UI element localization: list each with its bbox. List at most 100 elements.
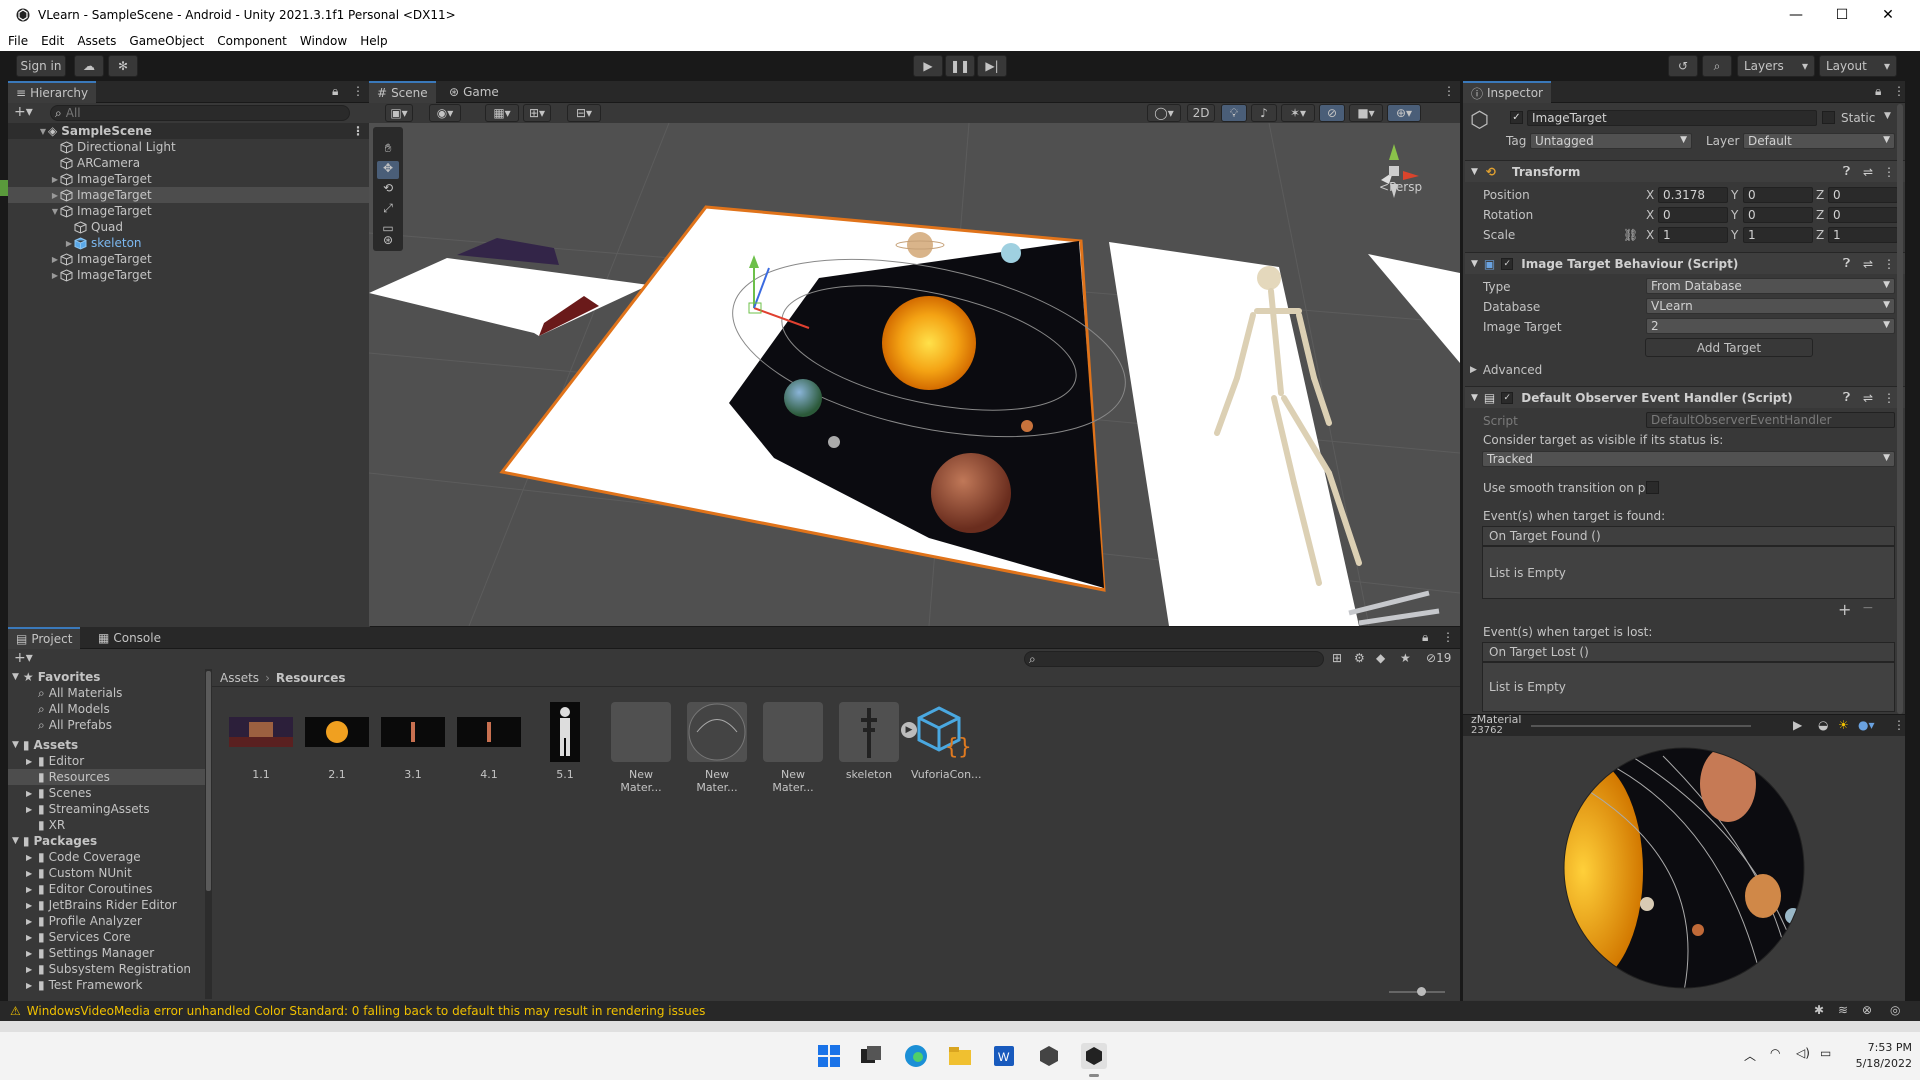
asset-texture-1-1[interactable]: 1.1 — [227, 700, 295, 781]
preview-light-icon[interactable]: ☀ — [1838, 718, 1849, 732]
help-icon[interactable]: ❓︎ — [1843, 164, 1850, 179]
kebab-menu-icon[interactable]: ⋮ — [1893, 718, 1905, 732]
position-x-field[interactable]: 0.3178 — [1658, 187, 1728, 203]
chevron-right-icon[interactable]: ▶ — [50, 191, 60, 200]
tree-item-subsystem-registration[interactable]: ▶ ▮ Subsystem Registration — [8, 961, 206, 977]
preview-sphere-icon[interactable]: ●▾ — [1858, 718, 1875, 732]
play-button[interactable]: ▶ — [913, 55, 943, 77]
tab-game[interactable]: ⊛ Game — [441, 81, 507, 103]
play-preview-icon[interactable]: ▶ — [1793, 718, 1802, 732]
tree-item-settings-manager[interactable]: ▶ ▮ Settings Manager — [8, 945, 206, 961]
tree-item-scenes[interactable]: ▶ ▮ Scenes — [8, 785, 206, 801]
hidden-objects-icon[interactable]: ⊘ — [1319, 104, 1345, 122]
kebab-menu-icon[interactable]: ⋮ — [1883, 165, 1895, 179]
edge-browser-icon[interactable] — [902, 1042, 930, 1070]
rotate-tool-icon[interactable]: ⟲ — [377, 181, 399, 199]
menu-help[interactable]: Help — [360, 34, 387, 48]
chevron-down-icon[interactable]: ▼ — [1471, 259, 1478, 269]
chevron-right-icon[interactable]: ▶ — [26, 949, 38, 958]
render-mode-icon[interactable]: ◉▾ — [429, 104, 461, 122]
draw-mode-icon[interactable]: ▣▾ — [385, 104, 413, 122]
tab-scene[interactable]: # Scene — [369, 81, 436, 103]
grid-snap-icon[interactable]: ▦▾ — [485, 104, 519, 122]
wifi-icon[interactable]: ◠ — [1770, 1046, 1780, 1060]
search-by-type-icon[interactable]: ⊞ — [1332, 651, 1342, 665]
transform-tool-icon[interactable]: ⊛ — [377, 233, 399, 251]
taskbar-clock[interactable]: 7:53 PM 5/18/2022 — [1850, 1040, 1912, 1072]
tree-scrollbar[interactable] — [205, 669, 212, 999]
scene-viewport[interactable]: ✋︎ ✥ ⟲ ⤢ ▭ ⊛ <Persp — [369, 123, 1460, 626]
lock-icon[interactable]: 🔒︎ — [332, 84, 338, 99]
help-icon[interactable]: ❓︎ — [1843, 390, 1850, 405]
orientation-gizmo[interactable] — [1359, 138, 1429, 208]
help-icon[interactable]: ❓︎ — [1843, 256, 1850, 271]
collab-icon[interactable]: ✻ — [108, 55, 138, 77]
tree-item-all-models[interactable]: ⌕ All Models — [8, 701, 206, 717]
axis-z-label[interactable]: Z — [1816, 188, 1824, 202]
preset-icon[interactable]: ⇌ — [1863, 165, 1873, 179]
image-target-behaviour-header[interactable]: ▼ ▣ ✓ Image Target Behaviour (Script) ❓︎… — [1465, 252, 1905, 274]
asset-texture-4-1[interactable]: 4.1 — [455, 700, 523, 781]
effects-icon[interactable]: ✶▾ — [1281, 104, 1315, 122]
camera-icon[interactable]: ■▾ — [1349, 104, 1383, 122]
asset-texture-3-1[interactable]: 3.1 — [379, 700, 447, 781]
gizmo-circle-icon[interactable]: ◯▾ — [1147, 104, 1181, 122]
chevron-right-icon[interactable]: ▶ — [50, 255, 60, 264]
remove-event-icon[interactable]: − — [1862, 600, 1874, 616]
chevron-right-icon[interactable]: ▶ — [26, 933, 38, 942]
image-target-dropdown[interactable]: 2 ▼ — [1646, 318, 1895, 334]
inspector-scrollbar[interactable] — [1897, 104, 1903, 714]
kebab-menu-icon[interactable]: ⋮ — [1443, 84, 1455, 98]
asset-texture-5-1[interactable]: 5.1 — [531, 700, 599, 781]
tag-icon[interactable]: ◆ — [1376, 651, 1385, 665]
hierarchy-item-imagetarget[interactable]: ▶ ImageTarget — [8, 251, 370, 267]
chevron-up-icon[interactable]: ︿ — [1744, 1047, 1756, 1064]
transform-component-header[interactable]: ▼ ⟲ Transform ❓︎ ⇌ ⋮ — [1465, 160, 1905, 182]
search-by-label-icon[interactable]: ⚙ — [1354, 651, 1365, 665]
breadcrumb-assets[interactable]: Assets — [220, 671, 259, 685]
asset-material-2[interactable]: New Mater... — [683, 700, 751, 794]
tree-item-all-materials[interactable]: ⌕ All Materials — [8, 685, 206, 701]
rotation-y-field[interactable]: 0 — [1743, 207, 1813, 223]
type-dropdown[interactable]: From Database ▼ — [1646, 278, 1895, 294]
chevron-right-icon[interactable]: ▶ — [26, 981, 38, 990]
chevron-down-icon[interactable]: ▼ — [1471, 393, 1478, 403]
scale-x-field[interactable]: 1 — [1658, 227, 1728, 243]
chevron-down-icon[interactable]: ▼ — [12, 672, 19, 682]
database-dropdown[interactable]: VLearn ▼ — [1646, 298, 1895, 314]
close-window-button[interactable]: ✕ — [1865, 0, 1911, 30]
asset-vuforia-config[interactable]: {} VuforiaCon... — [911, 700, 982, 781]
chevron-down-icon[interactable]: ▼ — [1471, 167, 1478, 177]
chevron-right-icon[interactable]: ▶ — [64, 239, 74, 248]
add-target-button[interactable]: Add Target — [1645, 338, 1813, 357]
active-checkbox[interactable]: ✓ — [1510, 111, 1523, 124]
tree-item-code-coverage[interactable]: ▶ ▮ Code Coverage — [8, 849, 206, 865]
chevron-right-icon[interactable]: ▶ — [50, 271, 60, 280]
tree-item-services-core[interactable]: ▶ ▮ Services Core — [8, 929, 206, 945]
word-icon[interactable]: W — [990, 1042, 1018, 1070]
task-view-icon[interactable] — [857, 1042, 885, 1070]
tree-item-editor-coroutines[interactable]: ▶ ▮ Editor Coroutines — [8, 881, 206, 897]
audio-toggle-icon[interactable]: ♪ — [1251, 104, 1277, 122]
history-icon[interactable]: ↺ — [1668, 55, 1698, 77]
axis-z-label[interactable]: Z — [1816, 208, 1824, 222]
object-name-field[interactable]: ImageTarget — [1527, 110, 1817, 126]
kebab-menu-icon[interactable]: ⋮ — [1893, 84, 1905, 98]
cache-icon[interactable]: ⊗ — [1862, 1003, 1872, 1017]
asset-material-3[interactable]: New Mater... — [759, 700, 827, 794]
chevron-down-icon[interactable]: ▼ — [12, 836, 19, 846]
axis-z-label[interactable]: Z — [1816, 228, 1824, 242]
chevron-right-icon[interactable]: ▶ — [26, 757, 38, 766]
menu-gameobject[interactable]: GameObject — [129, 34, 204, 48]
lock-icon[interactable]: 🔒︎ — [1422, 630, 1428, 645]
menu-file[interactable]: File — [8, 34, 28, 48]
tree-item-test-framework[interactable]: ▶ ▮ Test Framework — [8, 977, 206, 993]
hierarchy-item-quad[interactable]: Quad — [8, 219, 370, 235]
hierarchy-item-skeleton[interactable]: ▶ skeleton — [8, 235, 370, 251]
chevron-right-icon[interactable]: ▶ — [26, 869, 38, 878]
hierarchy-search-input[interactable]: ⌕ All — [50, 105, 350, 121]
tree-section-favorites[interactable]: ▼ ★ Favorites — [12, 669, 100, 685]
preset-icon[interactable]: ⇌ — [1863, 391, 1873, 405]
chevron-down-icon[interactable]: ▼ — [12, 740, 19, 750]
scale-y-field[interactable]: 1 — [1743, 227, 1813, 243]
